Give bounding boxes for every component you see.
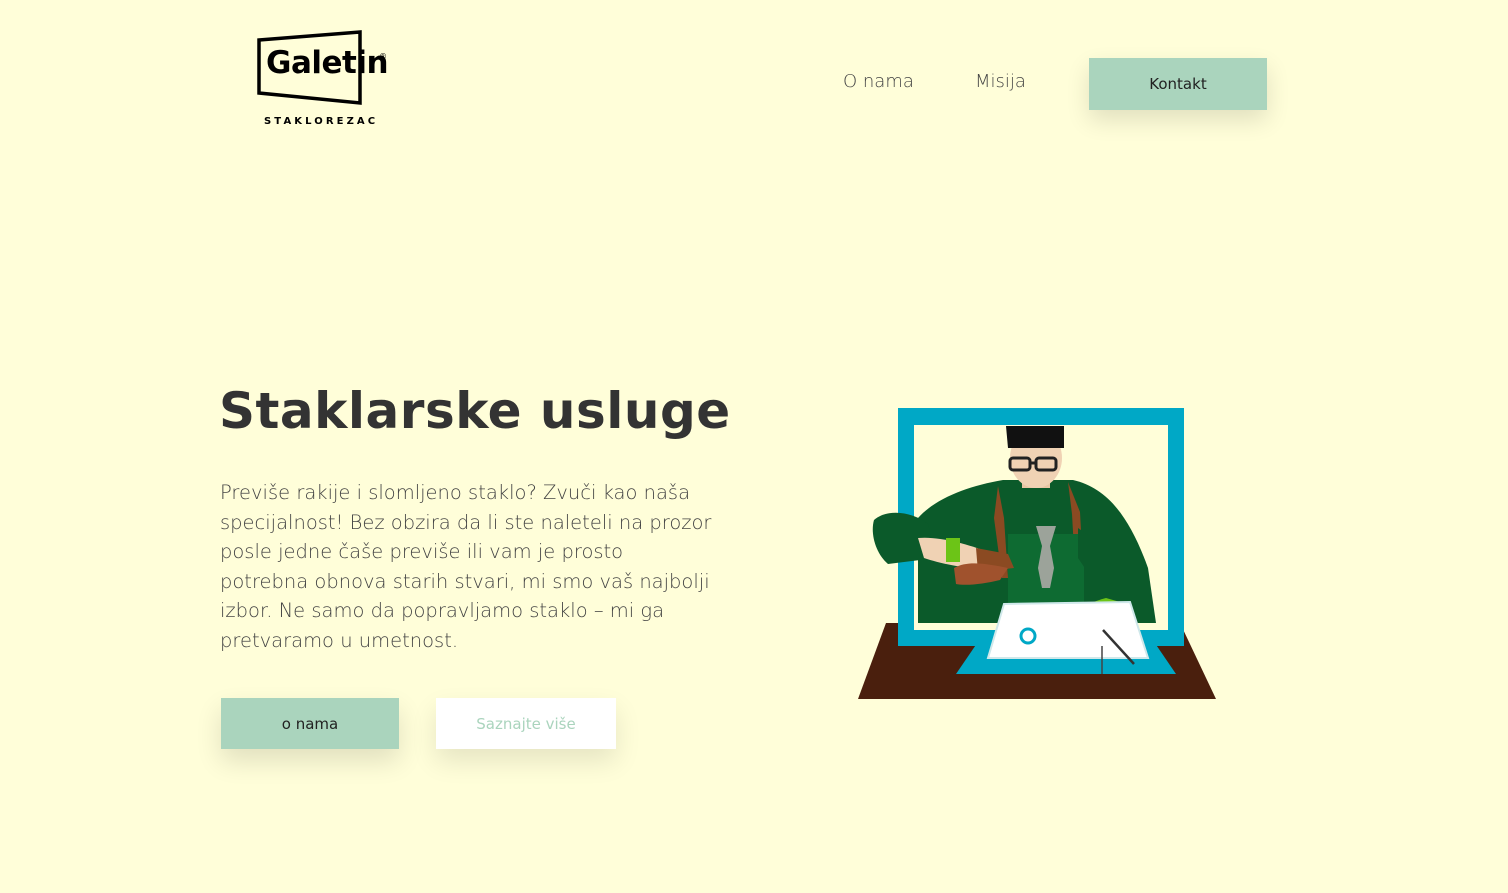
contact-button[interactable]: Kontakt: [1089, 58, 1267, 110]
about-us-button[interactable]: o nama: [221, 698, 399, 749]
glazier-illustration: [858, 408, 1216, 699]
hero-title: Staklarske usluge: [219, 382, 731, 440]
registered-mark-icon: ®: [379, 52, 387, 61]
paper-sheet-shape: [986, 600, 1150, 659]
learn-more-button[interactable]: Saznajte više: [436, 698, 616, 749]
logo-tagline: STAKLOREZAC: [264, 116, 379, 127]
nav-link-o-nama[interactable]: O nama: [843, 71, 914, 92]
hero-description: Previše rakije i slomljeno staklo? Zvuči…: [220, 481, 712, 652]
nav-link-misija[interactable]: Misija: [975, 71, 1026, 92]
site-logo[interactable]: Galetin ® STAKLOREZAC: [256, 30, 396, 130]
logo-wordmark: Galetin: [266, 45, 389, 81]
